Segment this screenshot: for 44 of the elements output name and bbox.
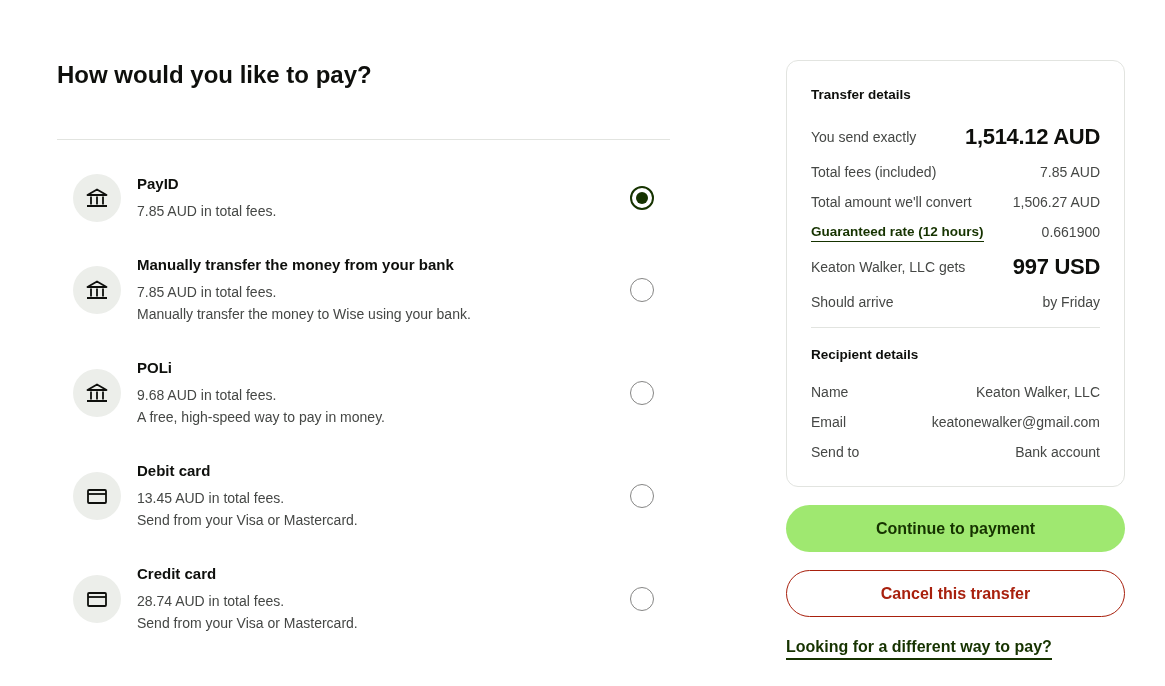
detail-label: Send to bbox=[811, 443, 860, 462]
detail-label: Email bbox=[811, 413, 846, 432]
detail-value: Bank account bbox=[1015, 443, 1100, 462]
bank-building-icon bbox=[73, 368, 121, 417]
method-title: PayID bbox=[137, 174, 179, 194]
method-title: Credit card bbox=[137, 564, 217, 584]
rate-link[interactable]: Guaranteed rate (12 hours) bbox=[811, 222, 984, 242]
page-heading: How would you like to pay? bbox=[57, 60, 372, 90]
section-title: Recipient details bbox=[811, 346, 919, 364]
method-description: Send from your Visa or Mastercard. bbox=[137, 614, 358, 633]
detail-value: Keaton Walker, LLC bbox=[976, 383, 1100, 402]
method-title: POLi bbox=[137, 358, 172, 378]
amount-value: 997 USD bbox=[1012, 253, 1100, 281]
detail-value: 0.661900 bbox=[1041, 223, 1100, 242]
continue-button[interactable]: Continue to payment bbox=[786, 505, 1125, 552]
section-title: Transfer details bbox=[811, 86, 911, 104]
detail-value: 1,506.27 AUD bbox=[1012, 193, 1100, 212]
detail-label: You send exactly bbox=[811, 128, 917, 147]
bank-building-icon bbox=[73, 265, 121, 314]
method-title: Manually transfer the money from your bank bbox=[137, 255, 454, 275]
detail-label: Name bbox=[811, 383, 849, 402]
fee-text: 9.68 AUD in total fees. bbox=[137, 386, 277, 405]
method-description: Send from your Visa or Mastercard. bbox=[137, 511, 358, 530]
fee-text: 13.45 AUD in total fees. bbox=[137, 489, 285, 508]
cancel-button[interactable]: Cancel this transfer bbox=[786, 570, 1125, 617]
method-description: A free, high-speed way to pay in money. bbox=[137, 408, 385, 427]
detail-label: Total fees (included) bbox=[811, 163, 937, 182]
card-icon bbox=[73, 574, 121, 623]
fee-text: 7.85 AUD in total fees. bbox=[137, 283, 277, 302]
method-title: Debit card bbox=[137, 461, 211, 481]
detail-value: keatonewalker@gmail.com bbox=[931, 413, 1100, 432]
detail-value: by Friday bbox=[1042, 293, 1100, 312]
detail-value: 7.85 AUD bbox=[1040, 163, 1100, 182]
method-description: Manually transfer the money to Wise using your bank. bbox=[137, 305, 471, 324]
bank-building-icon bbox=[73, 173, 121, 222]
detail-label: Total amount we'll convert bbox=[811, 193, 972, 212]
amount-value: 1,514.12 AUD bbox=[965, 123, 1100, 151]
fee-text: 7.85 AUD in total fees. bbox=[137, 202, 277, 221]
different-way-link[interactable]: Looking for a different way to pay? bbox=[786, 636, 1052, 660]
radio-button[interactable] bbox=[630, 185, 654, 210]
detail-label: Keaton Walker, LLC gets bbox=[811, 258, 966, 277]
detail-label: Should arrive bbox=[811, 293, 894, 312]
fee-text: 28.74 AUD in total fees. bbox=[137, 592, 285, 611]
card-icon bbox=[73, 471, 121, 520]
